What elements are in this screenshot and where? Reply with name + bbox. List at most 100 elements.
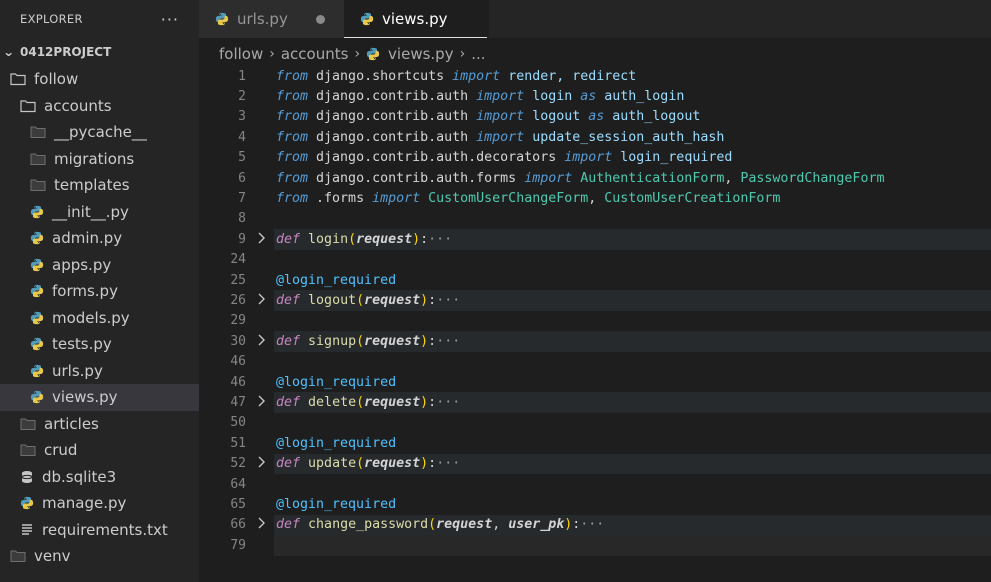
project-root[interactable]: ⌄ 0412PROJECT [0,38,199,66]
explorer-header: EXPLORER ··· [0,0,199,38]
line-number: 79 [230,537,246,553]
code-token: : [420,231,429,247]
folder-icon [30,125,46,139]
tab-label: urls.py [237,10,288,28]
tree-item-models-py[interactable]: models.py [0,305,199,332]
chevron-right-icon[interactable] [257,517,269,532]
code-line[interactable]: 9 def login(request):··· [199,229,991,250]
tree-item-label: venv [34,547,71,566]
code-token: from [276,191,309,207]
code-line[interactable]: 65 @login_required [199,494,991,514]
code-token: ) [420,395,429,411]
code-line[interactable]: 8 [199,209,991,229]
code-line[interactable]: 1 from django.shortcuts import render, re… [199,66,991,86]
code-line[interactable]: 46 @login_required [199,372,991,392]
code-line[interactable]: 64 [199,474,991,494]
code-token: ( [348,231,357,247]
line-number: 1 [238,68,246,84]
tree-item-requirements-txt[interactable]: requirements.txt [0,517,199,544]
code-token: signup [308,333,357,349]
code-line[interactable]: 30 def signup(request):··· [199,331,991,352]
tree-item-migrations[interactable]: migrations [0,146,199,173]
chevron-right-icon[interactable] [257,334,269,349]
tab-urls-py[interactable]: urls.py [199,0,344,38]
code-token: import [476,109,525,125]
code-line[interactable]: 6 from django.contrib.auth.forms import A… [199,168,991,188]
code-token: : [428,395,437,411]
chevron-right-icon[interactable] [257,293,269,308]
code-token: ··· [436,293,461,309]
code-token: CustomUserChangeForm [420,191,589,207]
breadcrumb-accounts[interactable]: accounts [281,45,349,63]
code-token: import [476,129,525,145]
tree-item-manage-py[interactable]: manage.py [0,490,199,517]
code-line[interactable]: 46 [199,352,991,372]
code-token: request [364,395,421,411]
tree-item-apps-py[interactable]: apps.py [0,252,199,279]
code-line[interactable]: 5 from django.contrib.auth.decorators imp… [199,148,991,168]
code-line[interactable]: 2 from django.contrib.auth import login a… [199,86,991,106]
breadcrumb-follow[interactable]: follow [219,45,263,63]
breadcrumb-symbols[interactable]: ... [471,45,485,63]
code-line[interactable]: 24 [199,250,991,270]
line-number: 9 [238,231,246,247]
code-text: @login_required [276,375,396,390]
tree-item-label: admin.py [52,229,123,248]
explorer-title: EXPLORER [20,12,83,26]
tree-item-accounts[interactable]: accounts [0,93,199,120]
line-number: 3 [238,109,246,125]
code-token: ) [420,456,429,472]
tree-item-admin-py[interactable]: admin.py [0,225,199,252]
code-line[interactable]: 25 @login_required [199,270,991,290]
code-line[interactable]: 50 [199,413,991,433]
folder-icon [30,178,46,192]
tree-item-init-py[interactable]: __init__.py [0,199,199,226]
line-number: 47 [230,395,246,411]
code-line[interactable]: 3 from django.contrib.auth import logout … [199,107,991,127]
tree-item-db-sqlite3[interactable]: db.sqlite3 [0,464,199,491]
code-token: PasswordChangeForm [740,170,885,186]
code-token: from [276,170,309,186]
code-line[interactable]: 4 from django.contrib.auth import update_… [199,127,991,147]
code-editor[interactable]: 1 from django.shortcuts import render, re… [199,66,991,582]
code-token: login_required [612,150,733,166]
code-line[interactable]: 51 @login_required [199,433,991,453]
active-tab-indicator [344,37,487,38]
tree-item-views-py[interactable]: views.py [0,384,199,411]
chevron-right-icon[interactable] [257,232,269,247]
tab-views-py[interactable]: views.py [344,0,489,39]
code-line[interactable]: 26 def logout(request):··· [199,290,991,311]
code-token: ( [428,517,437,533]
tree-item-tests-py[interactable]: tests.py [0,331,199,358]
python-file-icon [366,47,380,61]
tree-item-venv[interactable]: venv [0,543,199,570]
tree-item-pycache[interactable]: __pycache__ [0,119,199,146]
code-line[interactable]: 47 def delete(request):··· [199,392,991,413]
code-token: update [308,456,357,472]
tree-item-forms-py[interactable]: forms.py [0,278,199,305]
code-token: delete [308,395,357,411]
tree-item-follow[interactable]: follow [0,66,199,93]
tree-item-articles[interactable]: articles [0,411,199,438]
code-line[interactable]: 79 [199,535,991,556]
more-actions-icon[interactable]: ··· [161,10,179,29]
tree-item-templates[interactable]: templates [0,172,199,199]
tree-item-urls-py[interactable]: urls.py [0,358,199,385]
code-token: ) [420,293,429,309]
code-line[interactable]: 52 def update(request):··· [199,453,991,474]
code-token: ) [420,333,429,349]
chevron-right-icon[interactable] [257,395,269,410]
chevron-right-icon[interactable] [257,456,269,471]
breadcrumb-views[interactable]: views.py [388,45,454,63]
tree-item-crud[interactable]: crud [0,437,199,464]
code-text: from django.contrib.auth.forms import Au… [276,171,884,186]
code-line[interactable]: 66 def change_password(request, user_pk):… [199,514,991,536]
unsaved-dot-icon[interactable] [315,14,325,24]
code-token: ··· [580,517,605,533]
code-line[interactable]: 29 [199,311,991,331]
code-token: ( [356,333,365,349]
code-line[interactable]: 7 from .forms import CustomUserChangeForm… [199,188,991,208]
